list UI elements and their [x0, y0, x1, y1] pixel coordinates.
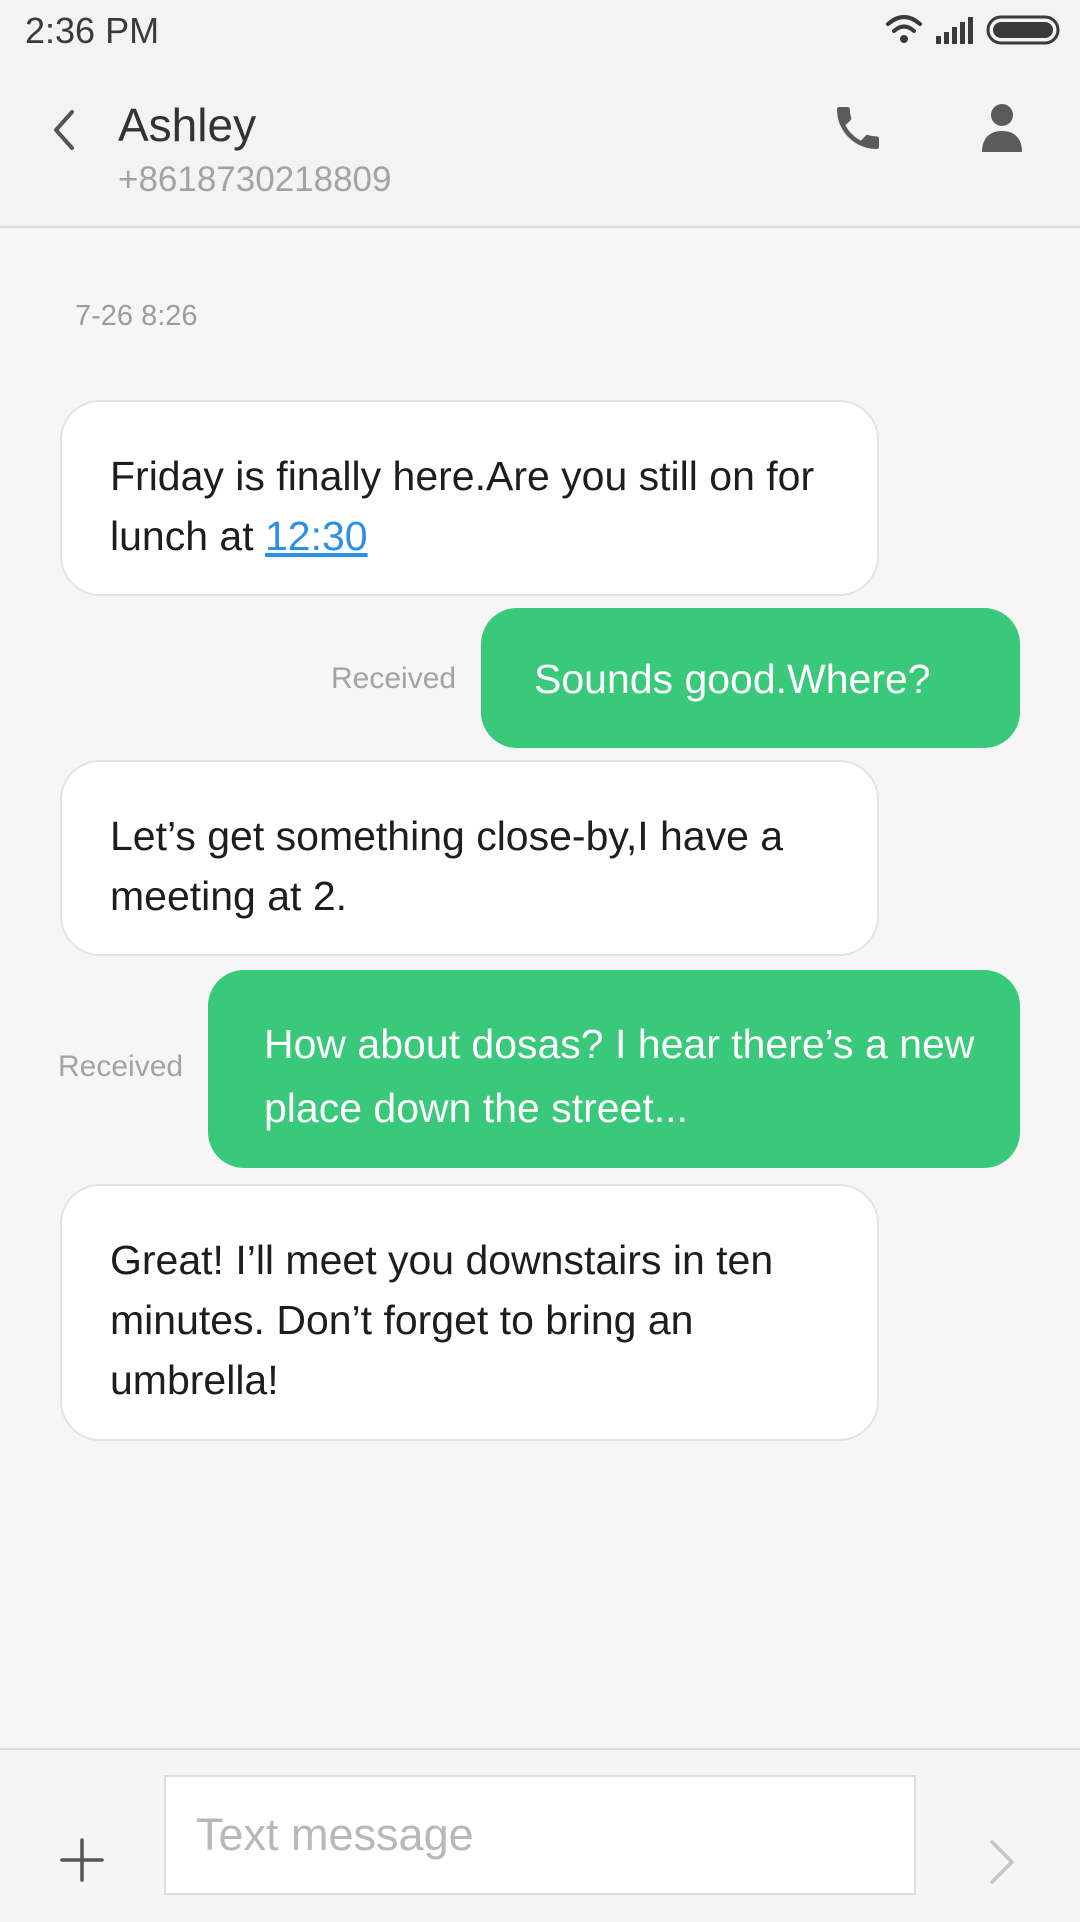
status-bar: 2:36 PM: [0, 0, 1080, 60]
conversation-header: Ashley +8618730218809: [0, 60, 1080, 228]
incoming-message-bubble[interactable]: Great! I’ll meet you downstairs in ten m…: [60, 1184, 879, 1441]
message-composer: [0, 1748, 1080, 1922]
send-icon[interactable]: [988, 1838, 1016, 1886]
status-time: 2:36 PM: [25, 10, 160, 51]
phone-icon[interactable]: [830, 100, 886, 156]
message-status-label: Received: [58, 1050, 184, 1083]
wifi-icon: [886, 15, 922, 43]
text-message-input[interactable]: [164, 1775, 916, 1895]
battery-icon: [986, 15, 1060, 45]
outgoing-message-bubble[interactable]: How about dosas? I hear there’s a new pl…: [208, 970, 1020, 1168]
status-icons: [886, 15, 1060, 45]
plus-icon[interactable]: [60, 1838, 104, 1882]
conversation-timestamp: 7-26 8:26: [75, 300, 198, 332]
message-text: Let’s get something close-by,I have a me…: [110, 813, 784, 919]
outgoing-message-bubble[interactable]: Sounds good.Where?: [481, 608, 1020, 748]
message-text: Great! I’ll meet you downstairs in ten m…: [110, 1237, 774, 1403]
incoming-message-bubble[interactable]: Friday is finally here.Are you still on …: [60, 400, 879, 596]
message-text: How about dosas? I hear there’s a new pl…: [264, 1021, 975, 1131]
contact-name[interactable]: Ashley: [118, 98, 256, 152]
back-icon[interactable]: [44, 100, 84, 160]
message-text: Sounds good.Where?: [534, 656, 931, 702]
signal-icon: [936, 17, 973, 44]
message-status-label: Received: [331, 662, 457, 695]
time-link[interactable]: 12:30: [265, 513, 368, 559]
contact-icon[interactable]: [978, 100, 1026, 156]
message-text: Friday is finally here.Are you still on …: [110, 453, 815, 559]
incoming-message-bubble[interactable]: Let’s get something close-by,I have a me…: [60, 760, 879, 956]
contact-number: +8618730218809: [118, 160, 392, 199]
